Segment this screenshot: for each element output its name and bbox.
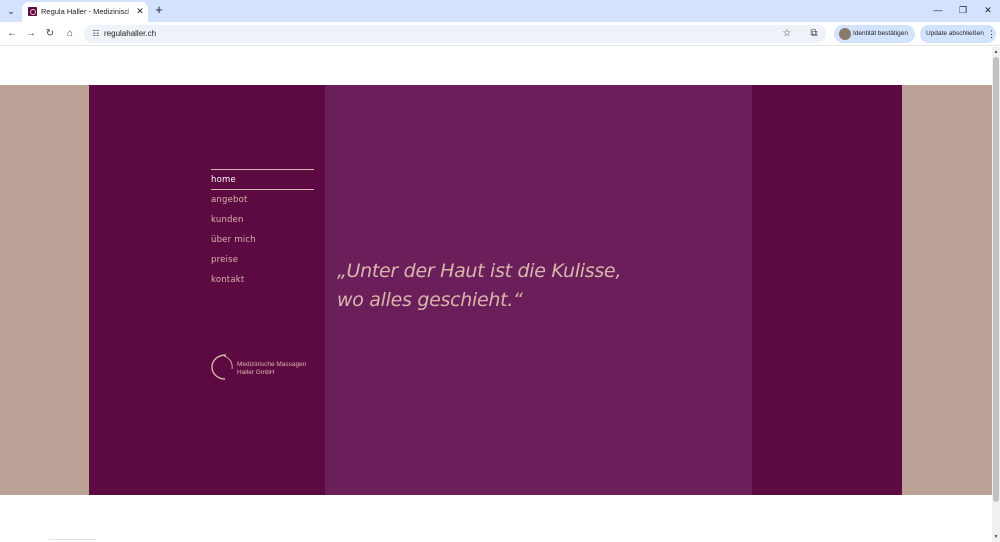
tab-search-icon[interactable]: ⌄ xyxy=(4,4,18,18)
forward-arrow-icon[interactable]: → xyxy=(23,26,39,42)
nav-item-preise[interactable]: preise xyxy=(211,250,314,270)
browser-toolbar: ← → ↻ ⌂ ☷ regulahaller.ch ☆ ⧉ Identität … xyxy=(0,22,1000,46)
logo-line-1: Medizinische Massagen xyxy=(237,361,307,368)
nav-item-angebot[interactable]: angebot xyxy=(211,190,314,210)
page-viewport: home angebot kunden über mich preise kon… xyxy=(0,47,992,542)
url-text[interactable]: regulahaller.ch xyxy=(104,28,156,40)
avatar xyxy=(839,28,851,40)
nav-item-ueber-mich[interactable]: über mich xyxy=(211,230,314,250)
back-arrow-icon[interactable]: ← xyxy=(4,26,20,42)
company-logo[interactable]: Medizinische Massagen Haller GmbH xyxy=(211,353,321,383)
page-scrollbar[interactable]: ▲ ▼ xyxy=(992,47,1000,542)
quote-line-2: wo alles geschieht.“ xyxy=(337,289,523,311)
new-tab-button[interactable]: + xyxy=(152,3,166,17)
logo-arc-icon xyxy=(211,354,233,380)
footer-divider xyxy=(49,539,96,540)
update-label: Update abschließen xyxy=(926,30,984,37)
favicon-icon xyxy=(28,7,37,16)
scroll-up-icon[interactable]: ▲ xyxy=(992,47,1000,57)
restore-icon[interactable]: ❐ xyxy=(955,3,971,17)
nav-item-kontakt[interactable]: kontakt xyxy=(211,270,314,290)
star-icon[interactable]: ☆ xyxy=(780,27,794,41)
nav-panel xyxy=(89,85,325,495)
nav-item-home[interactable]: home xyxy=(211,170,314,190)
site-settings-icon[interactable]: ☷ xyxy=(90,28,102,40)
scroll-down-icon[interactable]: ▼ xyxy=(992,532,1000,542)
quote-line-1: „Unter der Haut ist die Kulisse, xyxy=(337,260,622,282)
main-nav: home angebot kunden über mich preise kon… xyxy=(211,169,314,290)
home-icon[interactable]: ⌂ xyxy=(62,26,78,42)
close-window-icon[interactable]: ✕ xyxy=(980,3,996,17)
tab-strip: ⌄ Regula Haller - Medizinische M ✕ + — ❐… xyxy=(0,0,1000,22)
address-bar[interactable]: ☷ regulahaller.ch ☆ xyxy=(84,25,826,43)
nav-item-kunden[interactable]: kunden xyxy=(211,210,314,230)
hero-quote: „Unter der Haut ist die Kulisse, wo alle… xyxy=(337,257,737,315)
side-panel xyxy=(752,85,902,495)
scroll-thumb[interactable] xyxy=(993,57,999,502)
browser-tab[interactable]: Regula Haller - Medizinische M ✕ xyxy=(22,2,148,22)
reload-icon[interactable]: ↻ xyxy=(42,26,58,42)
logo-line-2: Haller GmbH xyxy=(237,369,275,376)
kebab-menu-icon[interactable]: ⋮ xyxy=(987,28,996,40)
close-icon[interactable]: ✕ xyxy=(134,5,146,17)
tab-title: Regula Haller - Medizinische M xyxy=(41,7,129,16)
minimize-icon[interactable]: — xyxy=(930,3,946,17)
identity-button[interactable]: Identität bestätigen xyxy=(834,25,915,43)
extensions-icon[interactable]: ⧉ xyxy=(806,26,822,42)
identity-label: Identität bestätigen xyxy=(853,30,908,37)
update-button[interactable]: Update abschließen ⋮ xyxy=(920,25,996,43)
